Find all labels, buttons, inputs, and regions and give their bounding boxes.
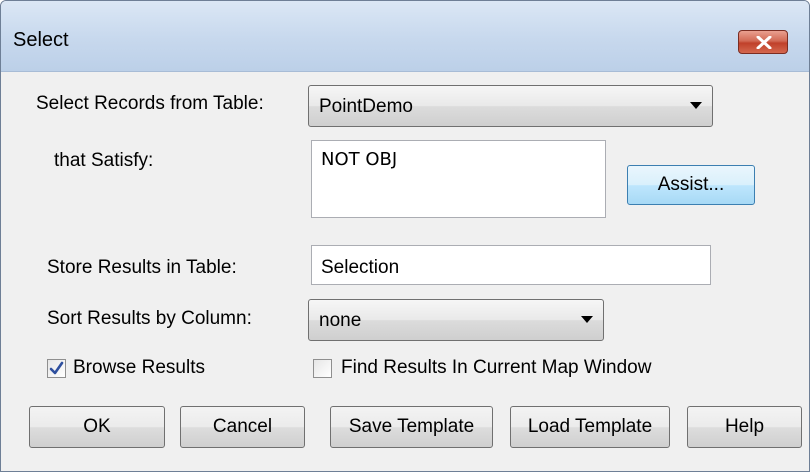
assist-button-label: Assist...	[657, 174, 725, 195]
chevron-down-icon	[690, 102, 702, 109]
find-results-label: Find Results In Current Map Window	[341, 357, 652, 378]
select-dialog: Select Select Records from Table: PointD…	[0, 0, 810, 472]
checkmark-icon	[49, 361, 64, 375]
table-dropdown-value: PointDemo	[319, 96, 413, 117]
expression-field[interactable]: NOT OBJ	[311, 140, 606, 218]
load-template-button-label: Load Template	[527, 416, 653, 437]
sort-column-value: none	[319, 310, 362, 331]
window-title: Select	[13, 29, 69, 51]
load-template-button[interactable]: Load Template	[510, 406, 670, 448]
cancel-button[interactable]: Cancel	[180, 406, 305, 448]
expression-value: NOT OBJ	[321, 149, 398, 170]
help-button[interactable]: Help	[687, 406, 802, 448]
store-results-field[interactable]: Selection	[311, 245, 711, 285]
chevron-down-icon	[581, 316, 593, 323]
select-records-label: Select Records from Table:	[36, 93, 264, 114]
ok-button-label: OK	[83, 416, 111, 437]
dialog-body: Select Records from Table: PointDemo tha…	[1, 72, 809, 471]
title-bar[interactable]: Select	[1, 1, 809, 72]
help-button-label: Help	[724, 416, 765, 437]
table-dropdown[interactable]: PointDemo	[308, 85, 713, 127]
ok-button[interactable]: OK	[29, 406, 165, 448]
satisfy-label: that Satisfy:	[54, 150, 154, 171]
store-results-label: Store Results in Table:	[47, 257, 237, 278]
store-results-value: Selection	[321, 257, 400, 278]
save-template-button-label: Save Template	[348, 416, 475, 437]
close-icon	[756, 36, 772, 49]
assist-button[interactable]: Assist...	[627, 165, 755, 205]
find-results-checkbox[interactable]	[313, 359, 332, 378]
sort-column-dropdown[interactable]: none	[308, 299, 604, 341]
close-button[interactable]	[738, 30, 788, 54]
sort-results-label: Sort Results by Column:	[47, 308, 252, 329]
browse-results-label: Browse Results	[73, 357, 205, 378]
save-template-button[interactable]: Save Template	[330, 406, 493, 448]
browse-results-checkbox[interactable]	[47, 359, 66, 378]
cancel-button-label: Cancel	[212, 416, 273, 437]
